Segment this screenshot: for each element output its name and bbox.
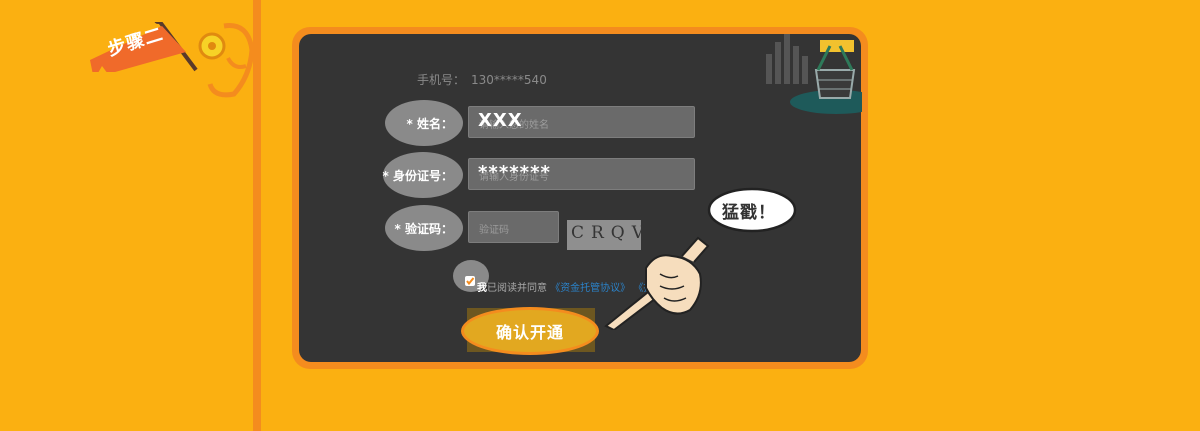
agree-checkbox[interactable] bbox=[465, 276, 475, 286]
name-field[interactable]: 请输入您的姓名 XXX bbox=[468, 106, 695, 138]
shopping-basket-icon bbox=[766, 34, 862, 114]
id-number-field[interactable]: 请输入身份证号 ******* bbox=[468, 158, 695, 190]
step-flag: 步骤二 bbox=[88, 22, 198, 72]
id-number-value: ******* bbox=[478, 162, 551, 183]
page-divider bbox=[253, 0, 261, 431]
phone-label: 手机号： bbox=[417, 73, 466, 87]
coin-decoration bbox=[190, 20, 255, 104]
name-value: XXX bbox=[478, 110, 523, 131]
phone-value: 130*****540 bbox=[471, 73, 547, 87]
coin-icon bbox=[198, 23, 255, 98]
checkmark-icon bbox=[466, 277, 475, 286]
confirm-button[interactable]: 确认开通 bbox=[461, 307, 599, 355]
speech-bubble: 猛戳！ bbox=[706, 186, 798, 236]
name-label: * 姓名： bbox=[385, 100, 463, 146]
verify-code-label: * 验证码： bbox=[385, 205, 463, 251]
verify-code-placeholder: 验证码 bbox=[479, 225, 509, 236]
id-number-label: * 身份证号： bbox=[383, 152, 463, 198]
speech-bubble-text: 猛戳！ bbox=[722, 203, 776, 223]
agreement-lead: 我 bbox=[477, 283, 487, 294]
phone-info: 手机号： 130*****540 bbox=[417, 71, 547, 88]
pointing-hand-icon bbox=[604, 236, 710, 330]
agreement-body: 已阅读并同意 bbox=[487, 283, 547, 294]
verify-code-field[interactable]: 验证码 bbox=[468, 211, 559, 243]
